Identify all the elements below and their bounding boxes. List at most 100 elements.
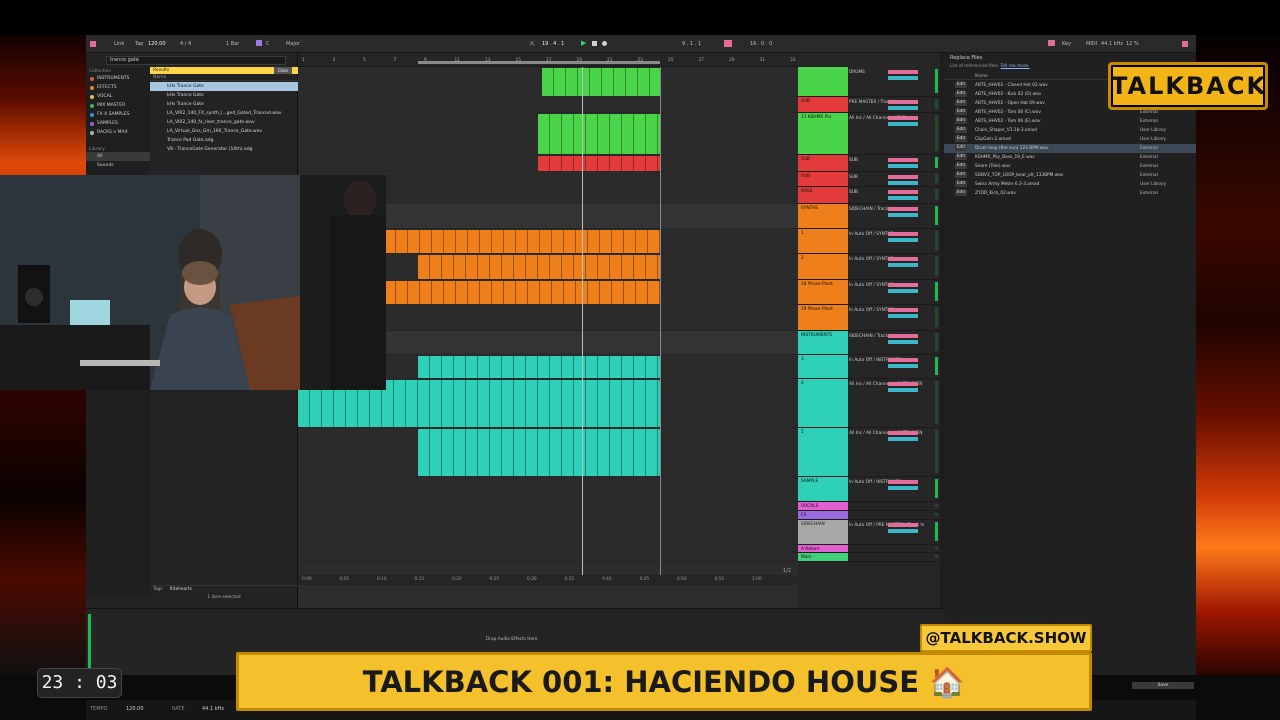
key-map-label[interactable]: Key [1062,41,1071,47]
referenced-file-row[interactable]: Edit ZYDD_Kick_02.wav External [944,189,1196,198]
volume-field[interactable] [888,334,918,338]
mixer-track-row[interactable]: SUB SUB [798,172,940,187]
track-lane[interactable] [298,67,798,97]
collection-item[interactable]: VOCAL [86,92,150,101]
pan-field[interactable] [888,340,918,344]
mixer-track-row[interactable]: 11 KSHMR Pla All Ins / All Channels / SUB [798,113,940,155]
midi-clip[interactable] [538,156,660,171]
pan-field[interactable] [888,181,918,185]
volume-field[interactable] [888,232,918,236]
track-io-routing[interactable]: SUB [849,189,858,196]
referenced-file-row[interactable]: Edit Chain_Shaper_V3.1b-3.amxd User Librar… [944,126,1196,135]
track-io-routing[interactable]: In Auto Off / SYNTHS [849,256,893,263]
clear-button[interactable]: Clear [274,67,292,74]
loop-start-field[interactable]: 9 . 1 . 1 [682,41,701,47]
edit-file-button[interactable]: Edit [955,136,967,142]
track-io-routing[interactable]: SIDECHAIN / Track In [849,333,893,340]
volume-field[interactable] [888,523,918,527]
midi-clip[interactable] [538,114,660,154]
bar-ruler[interactable]: 1 3 5 7 9 11 13 15 17 19 21 23 25 27 29 31 33 [298,53,798,67]
track-io-routing[interactable]: In Auto Off / SYNTHS [849,282,893,289]
pan-field[interactable] [888,238,918,242]
track-title[interactable]: INSTRUMENTS [798,331,848,354]
link-button[interactable]: Link [114,41,124,47]
track-io-routing[interactable]: SUB [849,174,858,181]
mixer-track-row[interactable]: SYNTHS SIDECHAIN / Track In [798,204,940,229]
track-title[interactable]: 2 [798,254,848,279]
play-icon[interactable]: ▶ [581,39,586,47]
midi-clip[interactable] [542,68,660,96]
pan-field[interactable] [888,213,918,217]
edit-file-button[interactable]: Edit [955,172,967,178]
midi-clip[interactable] [384,230,660,253]
volume-field[interactable] [888,480,918,484]
record-icon[interactable] [602,41,607,46]
midi-clip[interactable] [418,255,660,279]
track-lane[interactable] [298,553,798,562]
mixer-track-row[interactable]: 4 All Ins / All Channels / INSTRUMEN [798,379,940,428]
browser-search-input[interactable]: trance gate [106,56,286,65]
track-title[interactable]: 5 [798,428,848,476]
track-title[interactable]: SYNTHS [798,204,848,228]
track-lane[interactable] [298,520,798,545]
name-column-header[interactable]: Name [150,74,298,81]
mixer-track-row[interactable]: SAMPLE In Auto Off / INSTRUMEN [798,477,940,502]
volume-field[interactable] [888,431,918,435]
track-io-routing[interactable]: SUB [849,157,858,164]
volume-field[interactable] [888,358,918,362]
track-io-routing[interactable]: In Auto Off / SYNTHS [849,307,893,314]
tap-button[interactable]: Tap [135,41,143,47]
result-item[interactable]: LA_Virtual_Gns_Gm_166_Trance_Gate.wav [150,127,298,136]
result-item[interactable]: V8 - TranceGate Generator (16th).adg [150,145,298,154]
track-lane[interactable] [298,428,798,477]
tag-chip[interactable]: Kitehearts [170,587,192,592]
library-item-all[interactable]: All [86,152,150,161]
referenced-file-row[interactable]: Edit Swiss Army Meter 6.3-3.amxd User Libr… [944,180,1196,189]
track-title[interactable] [798,67,848,96]
referenced-file-row[interactable]: Edit ABTS_HHV02 - Tom 06 (E).wav External [944,117,1196,126]
track-title[interactable]: 19 Phase Plant [798,305,848,330]
references-name-column[interactable]: Name [975,74,988,79]
stop-icon[interactable] [592,41,597,46]
overview-icon[interactable] [1182,41,1188,47]
edit-file-button[interactable]: Edit [955,154,967,160]
volume-field[interactable] [888,308,918,312]
loop-toggle-icon[interactable] [724,40,732,47]
pan-field[interactable] [888,263,918,267]
mixer-track-row[interactable]: SUB PRE MASTER / Track In [798,97,940,113]
volume-field[interactable] [888,382,918,386]
follow-icon[interactable]: ⇱ [530,41,535,48]
volume-field[interactable] [888,116,918,120]
mixer-track-row[interactable]: 5 All Ins / All Channels / INSTRUMEN [798,428,940,477]
volume-field[interactable] [888,257,918,261]
pan-field[interactable] [888,314,918,318]
edit-file-button[interactable]: Edit [955,109,967,115]
mixer-track-row[interactable]: VOCALS [798,502,940,511]
referenced-file-row[interactable]: Edit KSHMR_Pky_Bass_19_E.wav External [944,153,1196,162]
collection-item[interactable]: FX X SAMPLES [86,110,150,119]
pan-field[interactable] [888,437,918,441]
pan-field[interactable] [888,289,918,293]
app-menu-icon[interactable] [90,41,96,47]
midi-map-label[interactable]: MIDI [1086,41,1097,47]
track-title[interactable]: SUB [798,155,848,171]
pan-field[interactable] [888,529,918,533]
mixer-track-row[interactable]: 2 In Auto Off / SYNTHS [798,254,940,280]
collection-item[interactable]: RACKS n MAX [86,128,150,137]
volume-field[interactable] [888,190,918,194]
mixer-track-row[interactable]: INSTRUMENTS SIDECHAIN / Track In [798,331,940,355]
referenced-file-row[interactable]: Edit SOBV3_TOP_LOOP_bear_plt_133BPM.wav Ex… [944,171,1196,180]
collection-item[interactable]: INSTRUMENTS [86,74,150,83]
midi-clip[interactable] [418,356,660,378]
track-title[interactable]: SUB [798,97,848,112]
song-position-field[interactable]: 19 . 4 . 1 [542,41,564,47]
track-title[interactable]: A Return [798,545,848,552]
mixer-track-row[interactable]: SIDECHAIN In Auto Off / PRE MASTER / Trac… [798,520,940,545]
edit-file-button[interactable]: Edit [955,91,967,97]
track-title[interactable]: SAMPLE [798,477,848,501]
referenced-file-row[interactable]: Edit ClipGain-2.amxd User Library [944,135,1196,144]
pan-field[interactable] [888,196,918,200]
track-title[interactable]: SUB [798,172,848,186]
volume-field[interactable] [888,100,918,104]
midi-clip[interactable] [418,429,660,476]
